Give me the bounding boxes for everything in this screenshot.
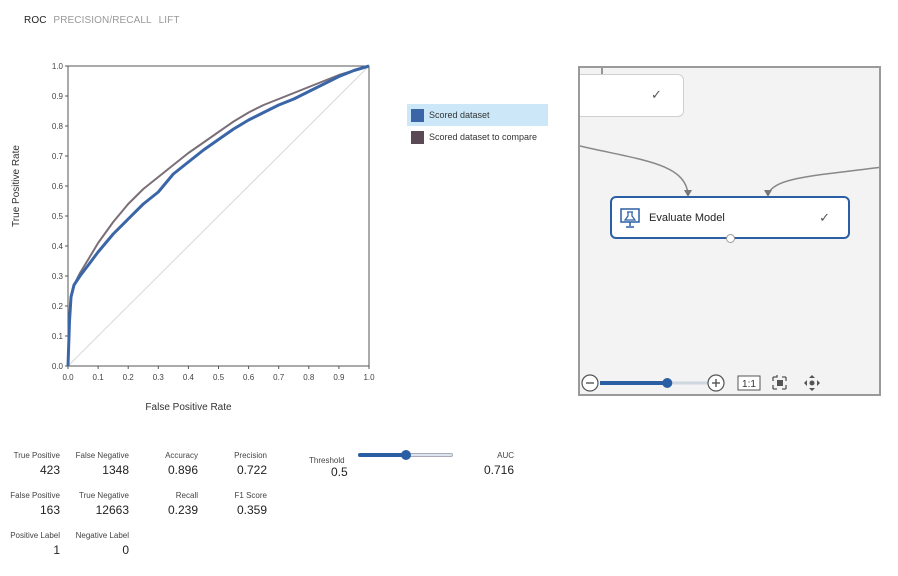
metric-value: 1348 — [102, 463, 129, 477]
metric-label: F1 Score — [234, 491, 267, 500]
y-tick-label: 0.9 — [52, 92, 64, 101]
metric-false-positive: False Positive 163 — [4, 491, 60, 517]
tab-roc[interactable]: ROC — [24, 15, 47, 26]
legend-item-scored-dataset[interactable]: Scored dataset — [407, 104, 548, 126]
metric-positive-label: Positive Label 1 — [2, 531, 60, 557]
metric-true-positive: True Positive 423 — [8, 451, 60, 477]
metric-value: 12663 — [95, 503, 129, 517]
metric-value: 0.359 — [236, 503, 267, 517]
metric-label: AUC — [497, 451, 514, 460]
legend-label: Scored dataset to compare — [429, 132, 538, 142]
chart-legend: Scored dataset Scored dataset to compare — [407, 104, 548, 148]
y-tick-label: 0.4 — [52, 242, 64, 251]
series-swatch — [411, 130, 424, 144]
metric-label: Negative Label — [75, 531, 129, 540]
x-axis-label: False Positive Rate — [145, 402, 232, 413]
x-tick-label: 1.0 — [363, 373, 375, 382]
metric-label: Accuracy — [165, 451, 198, 460]
connector-left — [580, 145, 689, 195]
zoom-toolbar: 1:1 — [581, 374, 820, 392]
y-tick-label: 1.0 — [52, 62, 64, 71]
y-tick-label: 0.7 — [52, 152, 64, 161]
metric-label: False Positive — [10, 491, 60, 500]
x-tick-label: 0.0 — [62, 373, 74, 382]
y-axis-label: True Positive Rate — [11, 145, 22, 227]
metric-value: 423 — [39, 463, 60, 477]
y-tick-label: 0.5 — [52, 212, 64, 221]
y-tick-label: 0.1 — [52, 332, 64, 341]
threshold-slider-thumb[interactable] — [400, 450, 411, 460]
metric-true-negative: True Negative 12663 — [64, 491, 129, 517]
x-tick-label: 0.1 — [93, 373, 105, 382]
x-tick-label: 0.8 — [303, 373, 315, 382]
metric-auc: AUC 0.716 — [470, 451, 514, 477]
x-tick-label: 0.7 — [273, 373, 285, 382]
tab-precision-recall[interactable]: PRECISION/RECALL — [53, 15, 151, 26]
metric-label: Recall — [175, 491, 198, 500]
metric-negative-label: Negative Label 0 — [66, 531, 129, 557]
evaluate-model-node[interactable]: Evaluate Model ✓ — [610, 196, 850, 243]
x-tick-label: 0.9 — [333, 373, 345, 382]
threshold-label: Threshold — [309, 456, 345, 465]
y-tick-label: 0.0 — [52, 362, 64, 371]
zoom-slider-thumb[interactable] — [662, 378, 673, 388]
series-swatch — [411, 108, 424, 122]
metric-label: Precision — [234, 451, 267, 460]
tab-lift[interactable]: LIFT — [159, 15, 180, 26]
metric-value: 0.722 — [236, 463, 267, 477]
threshold-control: Threshold 0.5 — [309, 450, 453, 479]
connector-right — [767, 166, 879, 195]
metric-false-negative: False Negative 1348 — [64, 451, 129, 477]
output-port[interactable] — [726, 234, 735, 243]
metric-f1-score: F1 Score 0.359 — [220, 491, 267, 517]
roc-chart: 0.0 0.1 0.2 0.3 0.4 0.5 0.6 0.7 0.8 0.9 1.0 0.0 0.1 0… — [11, 62, 375, 413]
metric-accuracy: Accuracy 0.896 — [150, 451, 198, 477]
experiment-canvas[interactable]: ✓ Evaluate Model ✓ 1:1 — [578, 66, 881, 396]
threshold-slider-fill — [358, 453, 406, 457]
threshold-slider[interactable] — [358, 450, 453, 460]
x-tick-label: 0.4 — [183, 373, 195, 382]
metric-value: 0 — [122, 543, 129, 557]
chart-type-tabs: ROC PRECISION/RECALL LIFT — [24, 15, 184, 26]
legend-item-scored-dataset-to-compare[interactable]: Scored dataset to compare — [407, 126, 548, 148]
metric-label: False Negative — [75, 451, 129, 460]
y-tick-label: 0.6 — [52, 182, 64, 191]
metric-value: 0.716 — [483, 463, 514, 477]
legend-label: Scored dataset — [429, 110, 490, 120]
upstream-module-node[interactable]: ✓ — [580, 74, 684, 117]
y-tick-label: 0.2 — [52, 302, 64, 311]
chance-diagonal-line — [67, 65, 370, 367]
evaluate-model-icon — [619, 207, 641, 229]
x-tick-label: 0.3 — [153, 373, 165, 382]
threshold-value: 0.5 — [331, 465, 348, 479]
zoom-out-icon[interactable] — [581, 374, 599, 392]
x-tick-label: 0.6 — [243, 373, 255, 382]
y-tick-label: 0.3 — [52, 272, 64, 281]
metric-label: True Negative — [79, 491, 129, 500]
metric-value: 1 — [53, 543, 60, 557]
metric-value: 163 — [39, 503, 60, 517]
zoom-in-icon[interactable] — [707, 374, 725, 392]
metric-value: 0.239 — [167, 503, 198, 517]
metric-value: 0.896 — [167, 463, 198, 477]
check-icon: ✓ — [819, 209, 830, 225]
metric-label: True Positive — [13, 451, 60, 460]
zoom-slider-fill — [600, 381, 668, 385]
fit-to-screen-icon[interactable] — [772, 375, 787, 390]
x-tick-label: 0.5 — [213, 373, 225, 382]
metric-precision: Precision 0.722 — [220, 451, 267, 477]
metric-recall: Recall 0.239 — [150, 491, 198, 517]
check-icon: ✓ — [651, 87, 662, 102]
x-tick-label: 0.2 — [123, 373, 135, 382]
node-title: Evaluate Model — [649, 211, 725, 224]
actual-size-label: 1:1 — [742, 379, 756, 390]
pan-icon[interactable] — [804, 375, 820, 391]
actual-size-button[interactable]: 1:1 — [737, 375, 761, 391]
metric-label: Positive Label — [10, 531, 60, 540]
y-tick-label: 0.8 — [52, 122, 64, 131]
